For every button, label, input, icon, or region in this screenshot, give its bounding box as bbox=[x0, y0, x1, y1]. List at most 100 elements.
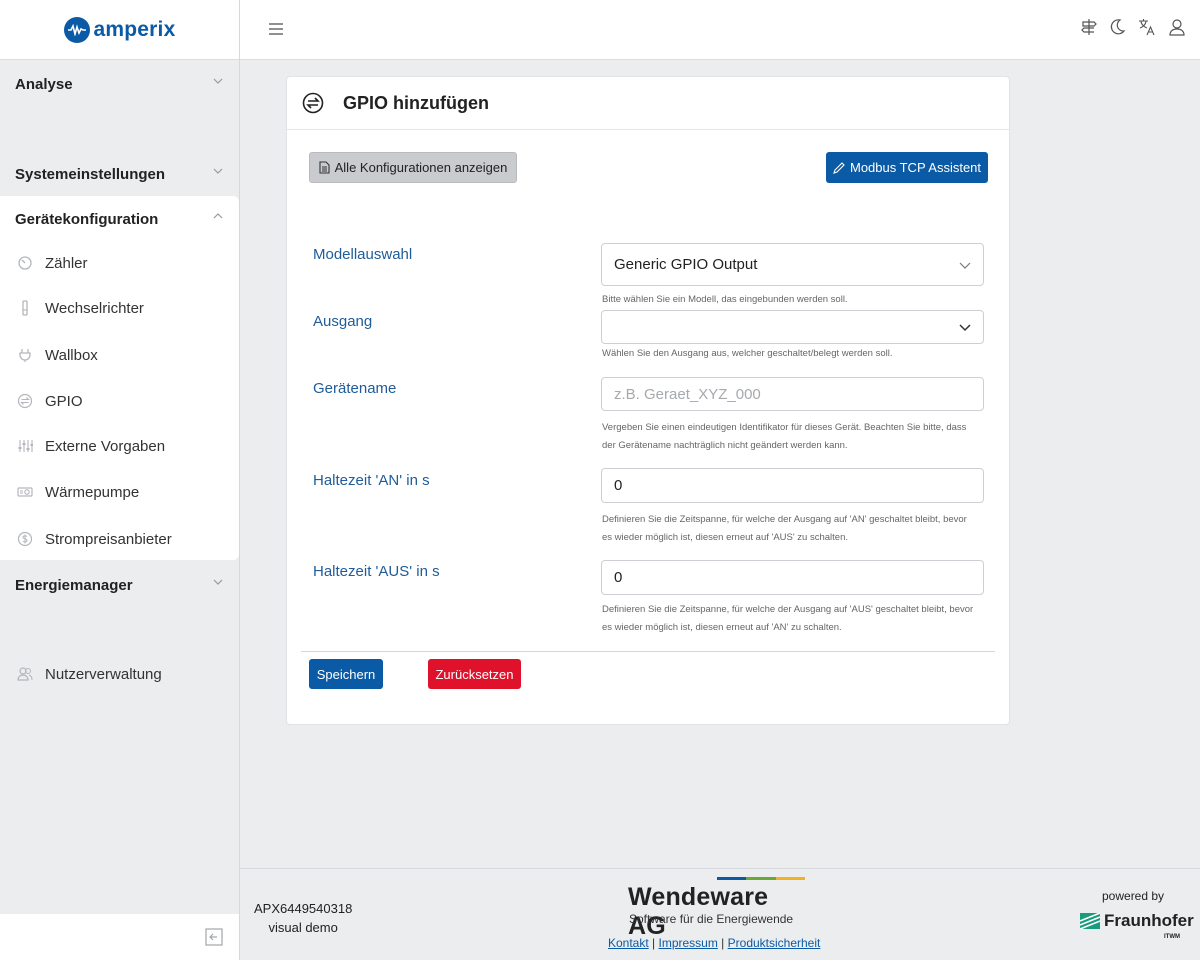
link-kontakt[interactable]: Kontakt bbox=[608, 936, 649, 950]
sidebar-item-label: Wallbox bbox=[45, 346, 98, 364]
sidebar-item-wechselrichter[interactable]: Wechselrichter bbox=[0, 288, 239, 328]
brand-color-bars bbox=[717, 877, 805, 880]
gpio-form-card: GPIO hinzufügen Alle Konfigurationen anz… bbox=[286, 76, 1010, 725]
chevron-down-icon bbox=[213, 579, 223, 585]
color-bar bbox=[717, 877, 747, 880]
link-impressum[interactable]: Impressum bbox=[659, 936, 718, 950]
translate-icon[interactable] bbox=[1138, 18, 1156, 36]
hold-off-value: 0 bbox=[614, 569, 623, 586]
partner-sub: ITWM bbox=[1164, 934, 1180, 940]
sidebar-item-label: Strompreisanbieter bbox=[45, 530, 172, 548]
hold-on-label: Haltezeit 'AN' in s bbox=[313, 472, 430, 489]
sidebar-section-energiemanager[interactable]: Energiemanager bbox=[0, 563, 239, 607]
sliders-icon bbox=[18, 440, 33, 452]
footer-links: Kontakt | Impressum | Produktsicherheit bbox=[608, 936, 821, 950]
sidebar-item-gpio[interactable]: GPIO bbox=[0, 381, 239, 421]
brand-header: amperix bbox=[0, 0, 239, 60]
hold-on-input[interactable]: 0 bbox=[601, 468, 984, 503]
hold-off-help: Definieren Sie die Zeitspanne, für welch… bbox=[602, 601, 987, 637]
plug-icon bbox=[19, 349, 31, 362]
model-help: Bitte wählen Sie ein Modell, das eingebu… bbox=[602, 294, 848, 305]
chevron-down-icon bbox=[959, 324, 971, 332]
device-name-label: Gerätename bbox=[313, 380, 397, 397]
user-icon[interactable] bbox=[1168, 18, 1186, 36]
collapse-sidebar-icon[interactable] bbox=[205, 928, 223, 946]
brand-name: amperix bbox=[93, 17, 176, 41]
device-name-placeholder: z.B. Geraet_XYZ_000 bbox=[614, 385, 761, 403]
help-line: es wieder möglich ist, diesen erneut auf… bbox=[602, 532, 849, 543]
help-line: Definieren Sie die Zeitspanne, für welch… bbox=[602, 604, 974, 615]
pencil-icon bbox=[833, 161, 845, 174]
sidebar-item-label: Externe Vorgaben bbox=[45, 437, 166, 455]
fraunhofer-logo: Fraunhofer bbox=[1080, 911, 1194, 931]
model-label: Modellauswahl bbox=[313, 246, 413, 263]
device-name-input[interactable]: z.B. Geraet_XYZ_000 bbox=[601, 377, 984, 411]
help-line: es wieder möglich ist, diesen erneut auf… bbox=[602, 622, 842, 633]
help-line: Vergeben Sie einen eindeutigen Identifik… bbox=[602, 422, 967, 433]
sidebar-section-label: Gerätekonfiguration bbox=[15, 210, 159, 228]
sidebar-item-nutzerverwaltung[interactable]: Nutzerverwaltung bbox=[0, 654, 239, 694]
chevron-down-icon bbox=[959, 262, 971, 269]
output-label: Ausgang bbox=[313, 313, 373, 330]
menu-icon[interactable] bbox=[268, 22, 284, 36]
save-button[interactable]: Speichern bbox=[309, 659, 383, 689]
users-icon bbox=[17, 667, 33, 681]
chevron-up-icon bbox=[213, 213, 223, 219]
fraunhofer-logo-icon bbox=[1080, 913, 1100, 929]
sidebar-item-externe-vorgaben[interactable]: Externe Vorgaben bbox=[0, 426, 239, 466]
device-info: APX6449540318 visual demo bbox=[254, 899, 352, 937]
amperix-logo-icon bbox=[63, 16, 90, 43]
hold-on-value: 0 bbox=[614, 477, 623, 494]
sidebar-section-label: Analyse bbox=[15, 75, 73, 93]
device-name-help: Vergeben Sie einen eindeutigen Identifik… bbox=[602, 419, 987, 455]
hold-off-label: Haltezeit 'AUS' in s bbox=[313, 563, 440, 580]
sidebar-item-strompreisanbieter[interactable]: Strompreisanbieter bbox=[0, 519, 239, 559]
color-bar bbox=[775, 877, 805, 880]
form-divider bbox=[301, 651, 995, 652]
button-label: Modbus TCP Assistent bbox=[849, 160, 982, 175]
swap-icon bbox=[302, 92, 324, 114]
sidebar-item-zaehler[interactable]: Zähler bbox=[0, 243, 239, 283]
heatpump-icon bbox=[17, 487, 33, 497]
powered-by: powered by bbox=[1102, 889, 1165, 903]
model-select[interactable]: Generic GPIO Output bbox=[601, 243, 984, 286]
sidebar-section-label: Systemeinstellungen bbox=[15, 165, 166, 183]
modbus-tcp-assistant-button[interactable]: Modbus TCP Assistent bbox=[826, 152, 988, 183]
hold-on-help: Definieren Sie die Zeitspanne, für welch… bbox=[602, 511, 987, 547]
device-id: APX6449540318 bbox=[254, 901, 353, 916]
company-tagline: Software für die Energiewende bbox=[629, 912, 794, 926]
model-select-value: Generic GPIO Output bbox=[614, 256, 758, 273]
chevron-down-icon bbox=[213, 78, 223, 84]
moon-icon[interactable] bbox=[1108, 18, 1126, 36]
footer: APX6449540318 visual demo Wendeware AG S… bbox=[240, 868, 1200, 960]
sidebar-item-wallbox[interactable]: Wallbox bbox=[0, 335, 239, 375]
sidebar-item-label: GPIO bbox=[45, 392, 83, 410]
sidebar-item-waermepumpe[interactable]: Wärmepumpe bbox=[0, 472, 239, 512]
sidebar-section-systemeinstellungen[interactable]: Systemeinstellungen bbox=[0, 152, 239, 196]
topbar bbox=[240, 0, 1200, 60]
chevron-down-icon bbox=[213, 168, 223, 174]
output-select[interactable] bbox=[601, 310, 984, 344]
link-produktsicherheit[interactable]: Produktsicherheit bbox=[728, 936, 821, 950]
sidebar-footer bbox=[0, 914, 239, 960]
inverter-icon bbox=[22, 300, 28, 316]
sidebar-item-label: Wärmepumpe bbox=[45, 483, 140, 501]
sidebar-item-label: Wechselrichter bbox=[45, 299, 144, 317]
swap-icon bbox=[17, 393, 33, 409]
coin-icon bbox=[17, 531, 33, 547]
reset-button[interactable]: Zurücksetzen bbox=[428, 659, 521, 689]
color-bar bbox=[746, 877, 776, 880]
sidebar-section-analyse[interactable]: Analyse bbox=[0, 62, 239, 106]
signpost-icon[interactable] bbox=[1080, 18, 1098, 36]
sidebar-section-geraetekonfiguration[interactable]: Gerätekonfiguration bbox=[0, 197, 239, 241]
hold-off-input[interactable]: 0 bbox=[601, 560, 984, 595]
sidebar: amperix Analyse Systemeinstellungen Gerä… bbox=[0, 0, 240, 960]
partner-name: Fraunhofer bbox=[1104, 911, 1194, 930]
help-line: der Gerätename nachträglich nicht geände… bbox=[602, 440, 848, 451]
show-all-configurations-button[interactable]: Alle Konfigurationen anzeigen bbox=[309, 152, 517, 183]
output-help: Wählen Sie den Ausgang aus, welcher gesc… bbox=[602, 348, 893, 359]
help-line: Definieren Sie die Zeitspanne, für welch… bbox=[602, 514, 967, 525]
document-icon bbox=[319, 161, 330, 174]
sidebar-item-label: Zähler bbox=[45, 254, 88, 272]
button-label: Alle Konfigurationen anzeigen bbox=[334, 160, 508, 175]
